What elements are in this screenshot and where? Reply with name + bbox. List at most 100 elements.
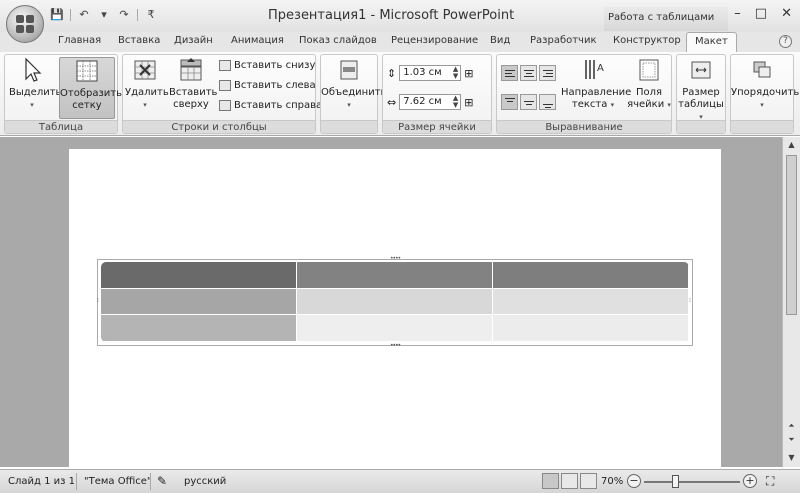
- insert-right-icon: [219, 100, 231, 111]
- merge-cells-icon: [336, 57, 362, 83]
- tab-layout[interactable]: Макет: [686, 32, 737, 53]
- tab-developer[interactable]: Разработчик: [530, 35, 597, 46]
- insert-left-button[interactable]: Вставить слева: [219, 80, 316, 91]
- scroll-up-icon[interactable]: ▲: [783, 140, 800, 149]
- zoom-level[interactable]: 70%: [601, 476, 623, 487]
- cell-margins-icon: [636, 57, 662, 83]
- maximize-button[interactable]: □: [755, 6, 767, 21]
- slideshow-view-icon[interactable]: [580, 473, 597, 489]
- redo-icon[interactable]: ↷: [117, 8, 131, 22]
- spin-updown-icon[interactable]: ▲ ▼: [453, 95, 458, 109]
- resize-handle-bottom[interactable]: ••••: [390, 342, 401, 349]
- fit-to-window-icon[interactable]: ⛶: [766, 474, 774, 489]
- align-center-icon[interactable]: [520, 65, 537, 81]
- scroll-thumb[interactable]: [786, 155, 797, 315]
- zoom-slider-thumb[interactable]: [672, 475, 679, 488]
- table-cell[interactable]: [297, 315, 493, 342]
- slide-counter: Слайд 1 из 1: [8, 476, 75, 487]
- table-cell[interactable]: [297, 262, 493, 289]
- insert-below-button[interactable]: Вставить снизу: [219, 60, 315, 71]
- width-spinner[interactable]: ⇔ 7.62 см ▲ ▼ ⊞: [387, 94, 473, 110]
- window-title: Презентация1 - Microsoft PowerPoint: [268, 8, 515, 23]
- table-cell[interactable]: [101, 315, 297, 342]
- customize-qat-icon[interactable]: ₹: [144, 8, 158, 22]
- align-top-icon[interactable]: [501, 94, 518, 110]
- zoom-slider[interactable]: [644, 481, 740, 483]
- table-cell[interactable]: [101, 289, 297, 315]
- group-arrange: Упорядочить ▾: [730, 54, 799, 134]
- quick-access-toolbar: 💾 ↶ ▾ ↷ ₹: [50, 8, 158, 22]
- group-cell-size: ⇕ 1.03 см ▲ ▼ ⊞ ⇔ 7.62 см ▲ ▼ ⊞ Размер яче…: [382, 54, 492, 134]
- group-label-table: Таблица: [5, 120, 117, 133]
- table-size-icon: [688, 57, 714, 83]
- cell-margins-button[interactable]: Поля ячейки ▾: [627, 57, 671, 111]
- height-field[interactable]: 1.03 см ▲ ▼: [399, 65, 462, 81]
- table-cell[interactable]: [493, 315, 689, 342]
- group-label-alignment: Выравнивание: [497, 120, 671, 133]
- vertical-scrollbar[interactable]: ▲ ⏶ ⏷ ▼: [782, 137, 800, 467]
- previous-slide-icon[interactable]: ⏶: [783, 421, 800, 431]
- tab-review[interactable]: Рецензирование: [391, 35, 478, 46]
- group-label-merge: [321, 120, 377, 133]
- slide-table[interactable]: [101, 262, 689, 342]
- width-field[interactable]: 7.62 см ▲ ▼: [399, 94, 462, 110]
- distribute-rows-icon[interactable]: ⊞: [464, 67, 473, 80]
- text-direction-button[interactable]: A Направление текста ▾: [561, 57, 631, 111]
- show-gridlines-button[interactable]: Отобразить сетку: [59, 57, 122, 119]
- office-button[interactable]: [6, 5, 44, 43]
- normal-view-icon[interactable]: [542, 473, 559, 489]
- delete-button[interactable]: Удалить ▾: [125, 57, 169, 111]
- zoom-in-button[interactable]: +: [743, 474, 757, 488]
- distribute-columns-icon[interactable]: ⊞: [464, 96, 473, 109]
- close-button[interactable]: ✕: [781, 6, 792, 21]
- arrange-icon: [749, 57, 775, 83]
- select-button[interactable]: Выделить ▾: [9, 57, 61, 111]
- tab-table-design[interactable]: Конструктор: [613, 35, 681, 46]
- table-cell[interactable]: [493, 262, 689, 289]
- language[interactable]: русский: [184, 476, 226, 487]
- insert-below-icon: [219, 60, 231, 71]
- tab-insert[interactable]: Вставка: [118, 35, 160, 46]
- tab-design[interactable]: Дизайн: [174, 35, 213, 46]
- undo-icon[interactable]: ↶: [77, 8, 91, 22]
- align-left-icon[interactable]: [501, 65, 518, 81]
- slide-sorter-icon[interactable]: [561, 473, 578, 489]
- merge-button[interactable]: Объединить ▾: [321, 57, 386, 111]
- help-icon[interactable]: ?: [779, 35, 792, 48]
- align-bottom-icon[interactable]: [539, 94, 556, 110]
- office-logo-icon: [16, 15, 34, 33]
- table-cell[interactable]: [493, 289, 689, 315]
- insert-above-icon: [178, 57, 204, 83]
- undo-dropdown-icon[interactable]: ▾: [97, 8, 111, 22]
- delete-table-icon: [132, 57, 158, 83]
- height-spinner[interactable]: ⇕ 1.03 см ▲ ▼ ⊞: [387, 65, 473, 81]
- insert-right-button[interactable]: Вставить справа: [219, 100, 322, 111]
- spellcheck-icon[interactable]: ✎: [157, 474, 167, 488]
- table-cell[interactable]: [101, 262, 297, 289]
- next-slide-icon[interactable]: ⏷: [783, 435, 800, 445]
- arrange-button[interactable]: Упорядочить ▾: [731, 57, 799, 111]
- group-alignment: A Направление текста ▾ Поля ячейки ▾ Выр…: [496, 54, 672, 134]
- table-size-button[interactable]: Размер таблицы ▾: [677, 57, 725, 123]
- svg-text:A: A: [597, 63, 604, 74]
- tab-view[interactable]: Вид: [490, 35, 510, 46]
- table-cell[interactable]: [297, 289, 493, 315]
- resize-handle-top[interactable]: ••••: [390, 255, 401, 262]
- group-label-rows-columns: Строки и столбцы: [123, 120, 315, 133]
- theme-name[interactable]: "Тема Office": [84, 476, 152, 487]
- insert-left-icon: [219, 80, 231, 91]
- spin-updown-icon[interactable]: ▲ ▼: [453, 66, 458, 80]
- tab-slideshow[interactable]: Показ слайдов: [299, 35, 377, 46]
- resize-handle-left[interactable]: ⁝: [97, 297, 99, 304]
- minimize-button[interactable]: –: [734, 6, 741, 21]
- scroll-down-icon[interactable]: ▼: [783, 453, 800, 462]
- save-icon[interactable]: 💾: [50, 8, 64, 22]
- group-table: Выделить ▾ Отобразить сетку Таблица: [4, 54, 122, 134]
- zoom-out-button[interactable]: −: [627, 474, 641, 488]
- align-middle-icon[interactable]: [520, 94, 537, 110]
- align-right-icon[interactable]: [539, 65, 556, 81]
- resize-handle-right[interactable]: ⁝: [689, 297, 691, 304]
- insert-above-button[interactable]: Вставить сверху: [169, 57, 217, 111]
- tab-animation[interactable]: Анимация: [231, 35, 284, 46]
- tab-home[interactable]: Главная: [58, 35, 101, 46]
